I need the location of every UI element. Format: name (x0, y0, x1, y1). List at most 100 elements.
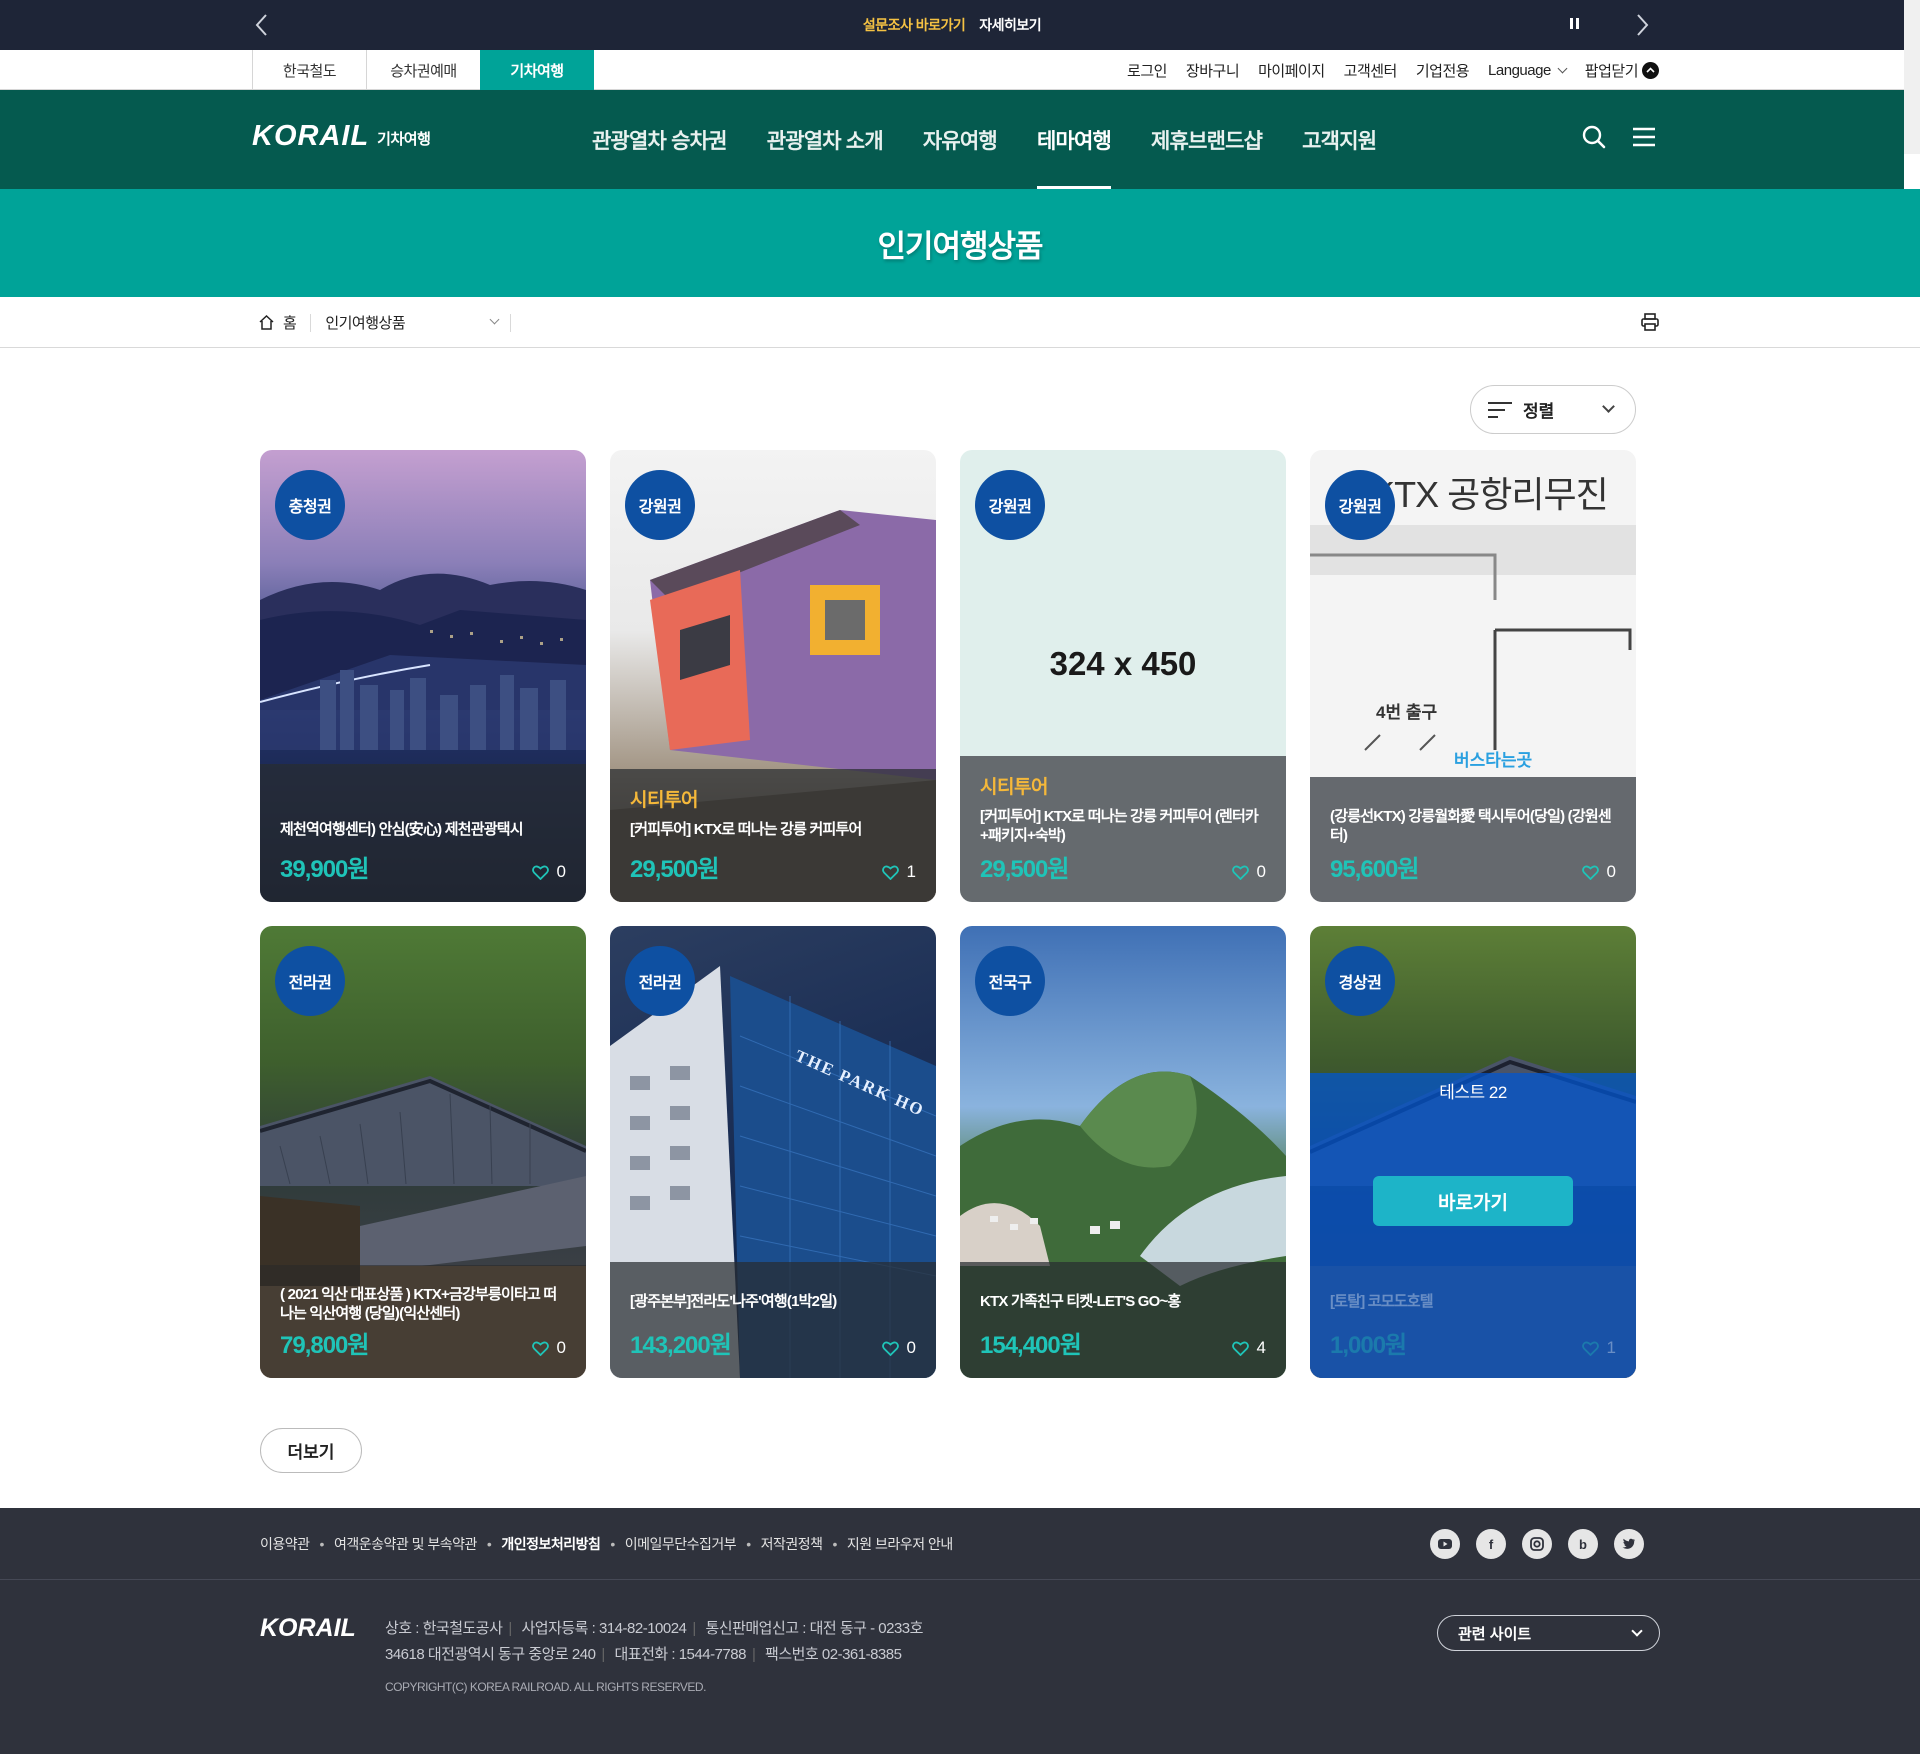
print-icon[interactable] (1640, 312, 1660, 332)
like-button[interactable]: 0 (881, 1338, 916, 1358)
footer: 이용약관 • 여객운송약관 및 부속약관 • 개인정보처리방침 • 이메일무단수집거부… (0, 1508, 1920, 1754)
product-card[interactable]: 전라권 ( 2021 익산 대표상품 ) KTX+금강부릉이타고 떠나는 익산여… (260, 926, 586, 1378)
footer-link-email-refuse[interactable]: 이메일무단수집거부 (625, 1534, 737, 1554)
footer-link-copyright[interactable]: 저작권정책 (761, 1534, 823, 1554)
chevron-right-icon[interactable] (1628, 12, 1654, 38)
chevron-down-icon (1631, 1625, 1643, 1637)
product-card[interactable]: 앞 KTX 공항리무진 4번 출구 버스타는곳 강원권 (강릉선KTX) 강릉월… (1310, 450, 1636, 902)
footer-address: 상호 : 한국철도공사 | 사업자등록 : 314-82-10024 | 통신판매업… (385, 1620, 923, 1663)
region-badge: 전라권 (275, 946, 345, 1016)
menu-tour-train-intro[interactable]: 관광열차 소개 (767, 90, 884, 189)
menu-free-travel[interactable]: 자유여행 (923, 90, 998, 189)
menu-partner-shop[interactable]: 제휴브랜드샵 (1151, 90, 1263, 189)
language-select[interactable]: Language (1488, 61, 1568, 79)
tab-korail[interactable]: 한국철도 (252, 50, 366, 90)
hover-title: 테스트 22 (1439, 1083, 1507, 1102)
pause-icon[interactable] (1570, 18, 1580, 32)
notice-text[interactable]: 설문조사 바로가기 (863, 15, 966, 35)
like-count: 0 (556, 1338, 566, 1357)
product-info: ( 2021 익산 대표상품 ) KTX+금강부릉이타고 떠나는 익산여행 (당… (260, 1265, 586, 1378)
product-name: [커피투어] KTX로 떠나는 강릉 커피투어 (630, 821, 862, 838)
product-price: 95,600원 (1330, 856, 1419, 883)
instagram-icon[interactable] (1522, 1529, 1552, 1559)
breadcrumb-home[interactable]: 홈 (258, 313, 312, 332)
family-site-select[interactable]: 관련 사이트 (1437, 1615, 1660, 1651)
like-button[interactable]: 0 (1581, 862, 1616, 882)
sort-dropdown[interactable]: 정렬 (1470, 385, 1636, 434)
product-tag: 시티투어 (630, 790, 698, 811)
gnb-menu: 관광열차 승차권 관광열차 소개 자유여행 테마여행 제휴브랜드샵 고객지원 (592, 90, 1377, 189)
product-price: 143,200원 (630, 1332, 732, 1359)
tab-train-travel[interactable]: 기차여행 (480, 50, 594, 90)
like-button[interactable]: 1 (1581, 1338, 1616, 1358)
facebook-icon[interactable]: f (1476, 1529, 1506, 1559)
page: 설문조사 바로가기 자세히보기 한국철도 승차권예매 기차여행 로그인 장바구니… (0, 0, 1920, 1754)
menu-icon[interactable] (1630, 123, 1658, 151)
popup-close-button[interactable]: 팝업닫기 (1585, 60, 1659, 81)
corporate-link[interactable]: 기업전용 (1416, 60, 1470, 81)
footer-link-browser[interactable]: 지원 브라우저 안내 (847, 1534, 953, 1554)
product-info: (강릉선KTX) 강릉월화愛 택시투어(당일) (강원센터) 95,600원 0 (1310, 777, 1636, 902)
footer-link-privacy[interactable]: 개인정보처리방침 (501, 1534, 601, 1554)
home-icon (259, 314, 274, 330)
go-button[interactable]: 바로가기 (1373, 1176, 1573, 1226)
footer-top: 이용약관 • 여객운송약관 및 부속약관 • 개인정보처리방침 • 이메일무단수집거부… (0, 1508, 1920, 1580)
page-title: 인기여행상품 (877, 228, 1043, 264)
product-price: 79,800원 (280, 1332, 369, 1359)
menu-support[interactable]: 고객지원 (1302, 90, 1377, 189)
heart-icon (531, 1341, 549, 1356)
product-card-hovered[interactable]: 경상권 테스트 22 바로가기 [토탈] 코모도호텔 1,000원 1 (1310, 926, 1636, 1378)
like-count: 0 (1256, 862, 1266, 881)
family-site-label: 관련 사이트 (1458, 1625, 1532, 1643)
footer-link-transport-terms[interactable]: 여객운송약관 및 부속약관 (334, 1534, 477, 1554)
breadcrumb-current-select[interactable]: 인기여행상품 (311, 313, 512, 332)
chevron-up-icon (1642, 61, 1659, 79)
product-info: [토탈] 코모도호텔 1,000원 1 (1310, 1262, 1636, 1378)
footer-link-terms[interactable]: 이용약관 (260, 1534, 310, 1554)
like-count: 0 (906, 1338, 916, 1357)
like-count: 4 (1256, 1338, 1266, 1357)
like-button[interactable]: 4 (1231, 1338, 1266, 1358)
menu-theme-travel[interactable]: 테마여행 (1036, 90, 1112, 189)
main-navigation: KORAIL 기차여행 관광열차 승차권 관광열차 소개 자유여행 테마여행 제… (0, 90, 1904, 189)
chevron-down-icon (1602, 400, 1615, 413)
region-badge: 경상권 (1325, 946, 1395, 1016)
footer-links: 이용약관 • 여객운송약관 및 부속약관 • 개인정보처리방침 • 이메일무단수집거부… (260, 1534, 953, 1554)
notice-link[interactable]: 자세히보기 (979, 15, 1041, 35)
sns-links: f b (1430, 1529, 1644, 1559)
like-button[interactable]: 0 (531, 1338, 566, 1358)
more-button[interactable]: 더보기 (260, 1428, 362, 1473)
product-card[interactable]: 강원권 시티투어 [커피투어] KTX로 떠나는 강릉 커피투어 29,500원… (610, 450, 936, 902)
like-button[interactable]: 0 (531, 862, 566, 882)
cart-link[interactable]: 장바구니 (1186, 60, 1240, 81)
scrollbar[interactable] (1904, 0, 1920, 154)
product-card[interactable]: THE PARK HO 전라권 [광주본부]전라도'나주'여행(1박2일) 14… (610, 926, 936, 1378)
site-tabs: 한국철도 승차권예매 기차여행 (252, 50, 594, 90)
customer-center-link[interactable]: 고객센터 (1344, 60, 1398, 81)
menu-tour-train-ticket[interactable]: 관광열차 승차권 (592, 90, 727, 189)
login-link[interactable]: 로그인 (1127, 60, 1167, 81)
product-card[interactable]: 324 x 450 강원권 시티투어 [커피투어] KTX로 떠나는 강릉 커피… (960, 450, 1286, 902)
like-button[interactable]: 0 (1231, 862, 1266, 882)
youtube-icon[interactable] (1430, 1529, 1460, 1559)
region-badge: 전라권 (625, 946, 695, 1016)
product-name: [광주본부]전라도'나주'여행(1박2일) (630, 1293, 837, 1310)
mypage-link[interactable]: 마이페이지 (1258, 60, 1325, 81)
search-icon[interactable] (1580, 123, 1608, 151)
heart-icon (881, 865, 899, 880)
product-card[interactable]: 충청권 제천역여행센터) 안심(安心) 제천관광택시 39,900원 0 (260, 450, 586, 902)
region-badge: 강원권 (625, 470, 695, 540)
logo[interactable]: KORAIL 기차여행 (252, 120, 431, 153)
twitter-icon[interactable] (1614, 1529, 1644, 1559)
page-title-band: 인기여행상품 (0, 189, 1920, 297)
like-button[interactable]: 1 (881, 862, 916, 882)
tab-ticket[interactable]: 승차권예매 (366, 50, 480, 90)
chevron-left-icon[interactable] (250, 12, 276, 38)
product-card[interactable]: 전국구 KTX 가족친구 티켓-LET'S GO~홍 154,400원 4 (960, 926, 1286, 1378)
language-label: Language (1488, 61, 1551, 79)
chevron-down-icon (1557, 63, 1568, 73)
product-price: 1,000원 (1330, 1332, 1407, 1359)
product-info: 제천역여행센터) 안심(安心) 제천관광택시 39,900원 0 (260, 764, 586, 902)
blog-icon[interactable]: b (1568, 1529, 1598, 1559)
product-price: 29,500원 (980, 856, 1069, 883)
